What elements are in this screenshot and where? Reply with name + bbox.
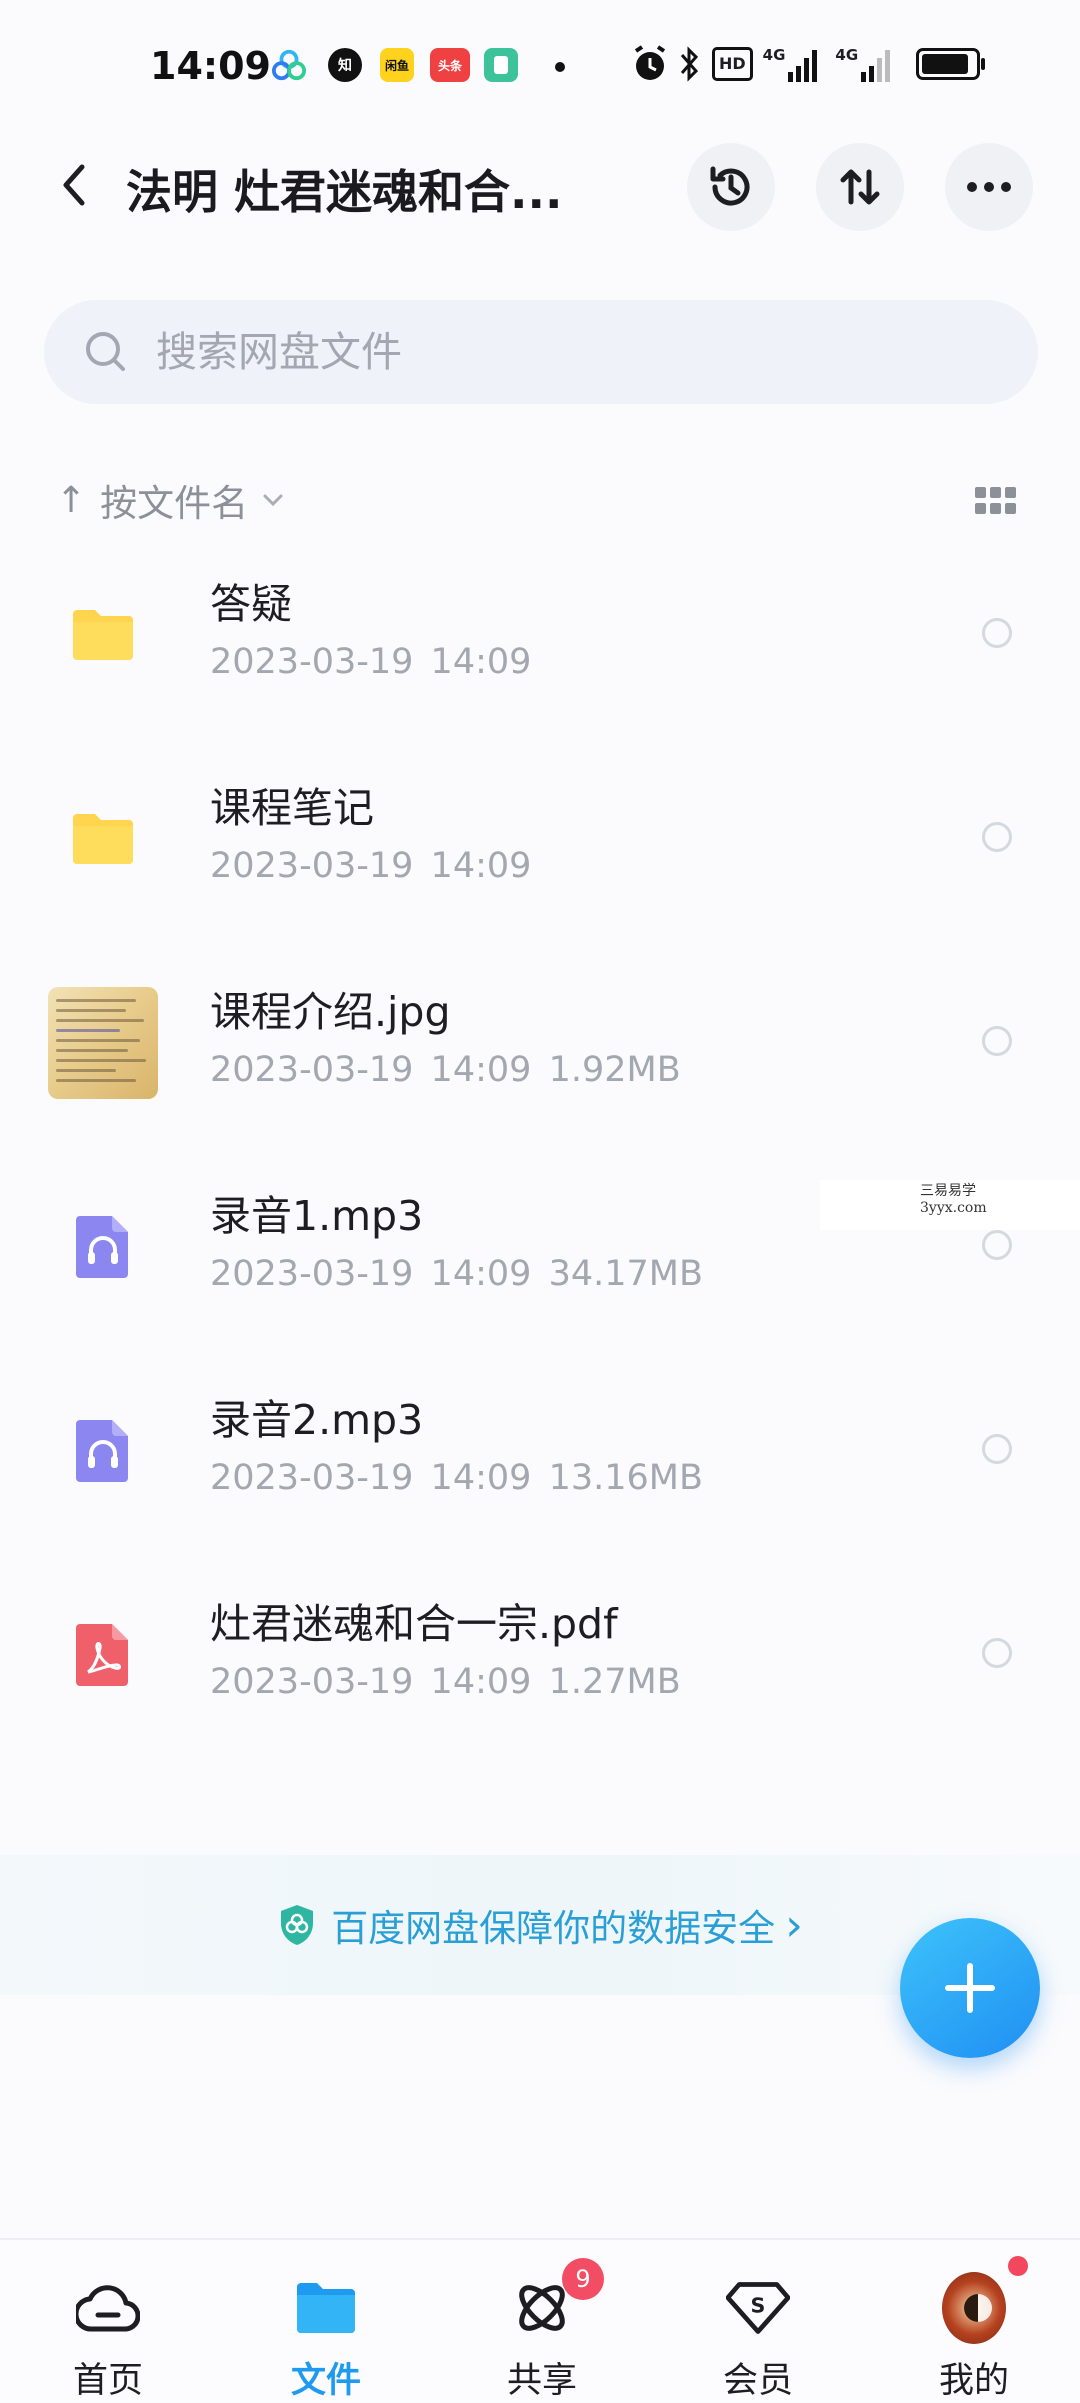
select-checkbox[interactable] [982, 822, 1012, 852]
file-row[interactable]: 答疑 2023-03-19 14:09 [0, 530, 1080, 734]
file-meta: 2023-03-19 14:09 34.17MB [210, 1254, 703, 1294]
nav-me[interactable]: 我的 [894, 2240, 1054, 2402]
battery-icon [916, 48, 986, 80]
select-checkbox[interactable] [982, 1638, 1012, 1668]
file-row[interactable]: 录音2.mp3 2023-03-19 14:09 13.16MB [0, 1346, 1080, 1550]
bluetooth-icon [680, 46, 699, 82]
watermark-line1: 三易易学 [920, 1183, 976, 1199]
notification-dot [1008, 2256, 1028, 2276]
more-button[interactable] [945, 143, 1033, 231]
select-checkbox[interactable] [982, 1026, 1012, 1056]
history-button[interactable] [687, 143, 775, 231]
image-thumbnail [48, 987, 158, 1099]
notes-app-icon [484, 48, 518, 82]
watermark-line2: 3yyx.com [920, 1200, 987, 1216]
grid-view-toggle[interactable] [975, 487, 1017, 517]
status-right-icons: HD 4G 4G [632, 44, 986, 84]
grid-view-icon [975, 487, 1016, 514]
avatar [942, 2272, 1006, 2344]
file-meta: 2023-03-19 14:09 [210, 642, 532, 682]
file-meta: 2023-03-19 14:09 1.92MB [210, 1050, 681, 1090]
safety-text: 百度网盘保障你的数据安全 [331, 1907, 776, 1950]
cloud-home-icon [76, 2276, 140, 2340]
sort-toggle-icon [840, 169, 880, 205]
more-icon [967, 182, 1011, 192]
nav-label: 共享 [506, 2361, 577, 2401]
xianyu-icon: 闲鱼 [380, 48, 414, 82]
nav-share[interactable]: 9 共享 [462, 2240, 622, 2402]
file-row[interactable]: 录音1.mp3 2023-03-19 14:09 34.17MB [0, 1142, 1080, 1346]
hd-icon: HD [712, 47, 753, 81]
nav-label: 首页 [72, 2361, 143, 2401]
toutiao-icon: 头条 [430, 48, 470, 82]
file-row[interactable]: 灶君迷魂和合一宗.pdf 2023-03-19 14:09 1.27MB [0, 1550, 1080, 1754]
file-row[interactable]: 课程笔记 2023-03-19 14:09 [0, 734, 1080, 938]
status-time: 14:09 [150, 44, 271, 88]
svg-text:S: S [751, 2294, 766, 2318]
audio-file-icon [48, 1192, 158, 1302]
back-arrow-icon [63, 164, 85, 206]
folder-icon [294, 2276, 358, 2340]
pdf-file-icon [48, 1600, 158, 1710]
notification-dot [555, 62, 565, 72]
nav-label: 我的 [938, 2361, 1009, 2401]
file-meta: 2023-03-19 14:09 [210, 846, 532, 886]
signal-4g-icon: 4G [835, 46, 891, 82]
shield-icon [281, 1905, 314, 1945]
select-checkbox[interactable] [982, 1434, 1012, 1464]
chevron-down-icon [263, 494, 283, 507]
chevron-right-icon: › [785, 1899, 803, 1951]
nav-home[interactable]: 首页 [28, 2240, 188, 2402]
file-row[interactable]: 课程介绍.jpg 2023-03-19 14:09 1.92MB [0, 938, 1080, 1142]
page-title: 法明 灶君迷魂和合... [126, 165, 563, 219]
nav-label: 会员 [722, 2361, 793, 2401]
watermark: 三易易学 3yyx.com [820, 1180, 1080, 1230]
zhihu-icon: 知 [328, 48, 362, 82]
search-bar[interactable] [44, 300, 1038, 404]
audio-file-icon [48, 1396, 158, 1506]
file-name: 灶君迷魂和合一宗.pdf [210, 1600, 618, 1648]
sort-direction-icon: ↑ [56, 479, 87, 521]
back-button[interactable] [48, 160, 98, 210]
file-name: 录音1.mp3 [210, 1192, 424, 1240]
file-name: 录音2.mp3 [210, 1396, 424, 1444]
nav-label: 文件 [290, 2361, 361, 2401]
sort-selector[interactable]: ↑ 按文件名 [56, 470, 284, 530]
signal-4g-icon: 4G [763, 46, 818, 82]
folder-icon [48, 580, 158, 690]
search-icon [86, 332, 125, 371]
nav-vip[interactable]: S 会员 [678, 2240, 838, 2402]
file-name: 课程笔记 [210, 784, 374, 832]
file-name: 课程介绍.jpg [210, 988, 451, 1036]
select-checkbox[interactable] [982, 1230, 1012, 1260]
nav-files[interactable]: 文件 [246, 2240, 406, 2402]
bottom-nav: 首页 文件 9 共享 S 会员 我的 [0, 2238, 1080, 2402]
plus-icon [945, 1963, 995, 2013]
baidu-netdisk-icon [272, 48, 306, 82]
file-name: 答疑 [210, 580, 292, 628]
select-checkbox[interactable] [982, 618, 1012, 648]
sort-label: 按文件名 [100, 482, 249, 525]
file-meta: 2023-03-19 14:09 1.27MB [210, 1662, 681, 1702]
history-icon [710, 166, 750, 206]
search-input[interactable] [156, 322, 856, 382]
add-button[interactable] [900, 1918, 1040, 2058]
sort-button[interactable] [816, 143, 904, 231]
folder-icon [48, 784, 158, 894]
vip-diamond-icon: S [726, 2276, 790, 2340]
status-bar: 14:09 知 闲鱼 头条 HD 4G 4G [0, 0, 1080, 130]
file-meta: 2023-03-19 14:09 13.16MB [210, 1458, 703, 1498]
alarm-icon [634, 45, 666, 80]
notification-badge: 9 [562, 2258, 604, 2300]
